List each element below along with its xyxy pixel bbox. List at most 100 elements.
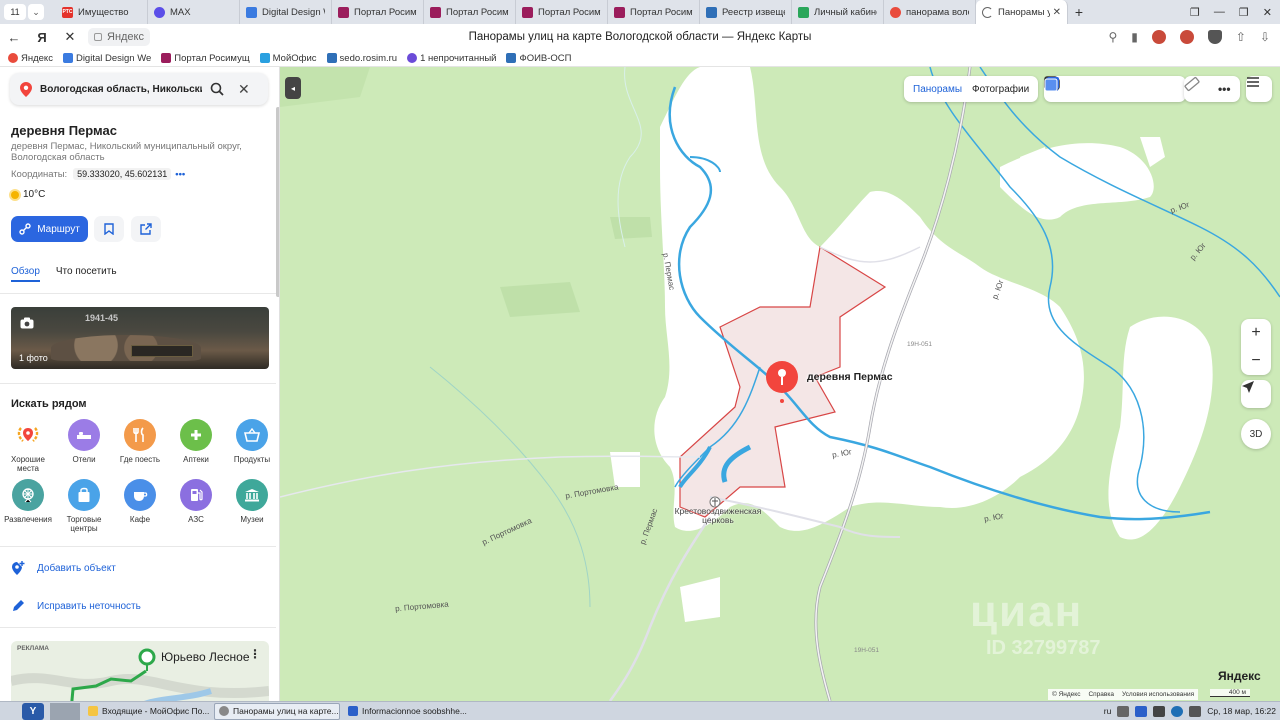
stop-loading-icon[interactable]: ✕ [56,29,84,45]
location-pin-icon[interactable]: ⚲ [1108,30,1117,44]
ad-more-icon[interactable]: ⋮ [249,647,261,661]
bookmark-item[interactable]: МойОфис [259,53,317,64]
camera-icon[interactable] [1044,77,1126,99]
church-label[interactable]: Крестовоздвиженская церковь [670,507,766,525]
network-icon[interactable] [1117,705,1130,717]
extension-icon[interactable] [1179,30,1194,44]
collapse-sidebar-button[interactable]: ◂ [285,77,301,99]
map-place-label[interactable]: деревня Пермас [807,371,893,383]
extension-icon[interactable] [1207,30,1222,44]
terms-link[interactable]: Условия использования [1122,691,1194,698]
map-layers-icon[interactable] [1044,77,1180,99]
share-button[interactable] [131,216,161,242]
category-entertainment[interactable]: Развлечения [1,479,55,524]
maximize-icon[interactable]: ❐ [1239,6,1249,19]
browser-tab[interactable]: Реестр извеще [700,0,792,24]
ruler-icon[interactable] [1184,76,1210,99]
add-object-link[interactable]: Добавить объект [11,561,116,575]
clear-search-icon[interactable]: ✕ [238,81,250,98]
minimize-icon[interactable]: — [1214,6,1225,19]
clock[interactable]: Ср, 18 мар, 16:22 [1207,706,1276,716]
coordinates-value[interactable]: 59.333020, 45.602131 [73,168,172,180]
taskbar-item[interactable]: Входящие - МойОфис По... [84,703,210,720]
category-shopping[interactable]: Торговые центры [57,479,111,533]
bookmark-item[interactable]: Портал Росимущ [161,53,250,64]
browser-tab[interactable]: Портал Росиму [516,0,608,24]
bookmark-icon[interactable]: ▮ [1131,30,1138,44]
more-dots-icon[interactable]: ••• [175,169,185,180]
taskbar-item-active[interactable]: Панорамы улиц на карте... [214,702,340,720]
browser-tab-active[interactable]: Панорамы ул✕ [976,0,1068,24]
panorama-person-icon[interactable] [1045,77,1099,99]
category-gas-station[interactable]: АЗС [169,479,223,524]
place-tabs: Обзор Что посетить [11,266,117,282]
bookmark-item[interactable]: sedo.rosim.ru [326,53,397,64]
memorial-year: 1941-45 [85,313,119,323]
tab-what-to-visit[interactable]: Что посетить [56,266,117,277]
tab-list-chevron-icon[interactable]: ⌄ [28,4,44,20]
category-food[interactable]: Где поесть [113,419,167,464]
back-arrow-icon[interactable]: ← [0,30,28,45]
new-tab-button[interactable]: + [1068,0,1090,24]
mail-icon[interactable] [1135,705,1148,717]
browser-tab[interactable]: Digital Design W [240,0,332,24]
category-good-places[interactable]: Хорошие места [1,419,55,473]
close-window-icon[interactable]: ✕ [1263,6,1272,19]
zoom-out-button[interactable]: − [1241,347,1271,375]
panoramas-toggle[interactable]: Панорамы [908,81,967,98]
tab-manager-icon[interactable]: ❐ [1190,6,1200,19]
menu-button[interactable] [1246,76,1272,102]
rosim-favicon-icon [522,6,533,18]
start-menu-button[interactable]: Y [22,702,44,720]
more-dots-icon[interactable]: ••• [1215,79,1235,99]
category-museums[interactable]: Музеи [225,479,279,524]
category-groceries[interactable]: Продукты [225,419,279,464]
search-box[interactable]: Вологодская область, Никольский р ✕ [10,73,268,105]
search-input[interactable]: Вологодская область, Никольский р [40,84,202,95]
browser-tab[interactable]: панорама воло [884,0,976,24]
taskbar-item[interactable]: Informacionnoe soobshhe... [344,703,470,720]
volume-icon[interactable] [1189,705,1202,717]
3d-button[interactable]: 3D [1241,419,1271,449]
printer-icon[interactable] [1153,705,1166,717]
browser-tab[interactable]: Портал Росиму [424,0,516,24]
taskbar-spacer [50,702,80,720]
browser-tab[interactable]: Личный кабине [792,0,884,24]
zoom-in-button[interactable]: + [1241,319,1271,347]
my-location-button[interactable] [1241,380,1271,408]
help-link[interactable]: Справка [1088,691,1114,698]
map-canvas[interactable]: ◂ Панорамы Фотографии ••• + − 3D деревня… [280,67,1280,701]
share-icon [140,223,152,235]
photos-toggle[interactable]: Фотографии [967,81,1034,98]
bookmarks-bar: Яндекс Digital Design We Портал Росимущ … [0,50,1280,67]
tab-overview[interactable]: Обзор [11,266,40,282]
category-cafe[interactable]: Кафе [113,479,167,524]
browser-tab[interactable]: Портал Росиму [332,0,424,24]
tab-count-button[interactable]: 11 [4,4,26,20]
route-button[interactable]: Маршрут [11,216,88,242]
bookmark-item[interactable]: 1 непрочитанный [407,53,496,64]
browser-tab[interactable]: Портал Росиму [608,0,700,24]
keyboard-layout[interactable]: ru [1104,706,1112,716]
fix-error-link[interactable]: Исправить неточность [11,599,141,613]
bookmark-item[interactable]: Digital Design We [62,53,151,64]
close-tab-icon[interactable]: ✕ [1050,7,1061,18]
hp-icon[interactable] [1171,705,1184,717]
ad-map-card[interactable]: РЕКЛАМА Юрьево Лесное ⋮ [11,641,269,701]
search-icon[interactable] [210,82,224,96]
cabinet-favicon-icon [798,6,809,18]
bookmark-item[interactable]: Яндекс [8,53,53,64]
bus-icon[interactable] [1044,76,1153,99]
address-domain[interactable]: Яндекс [88,28,150,46]
bookmark-item[interactable]: ФОИВ-ОСП [506,53,572,64]
bookmark-button[interactable] [94,216,124,242]
category-pharmacy[interactable]: Аптеки [169,419,223,464]
share-icon[interactable]: ⇧ [1236,30,1246,44]
place-photo[interactable]: 1941-45 1 фото [11,307,269,369]
browser-tab[interactable]: MAX [148,0,240,24]
yandex-home-icon[interactable]: Я [28,30,56,45]
downloads-icon[interactable]: ⇩ [1260,30,1270,44]
extension-icon[interactable] [1151,30,1166,44]
category-hotels[interactable]: Отели [57,419,111,464]
browser-tab[interactable]: РТС Имущество [56,0,148,24]
